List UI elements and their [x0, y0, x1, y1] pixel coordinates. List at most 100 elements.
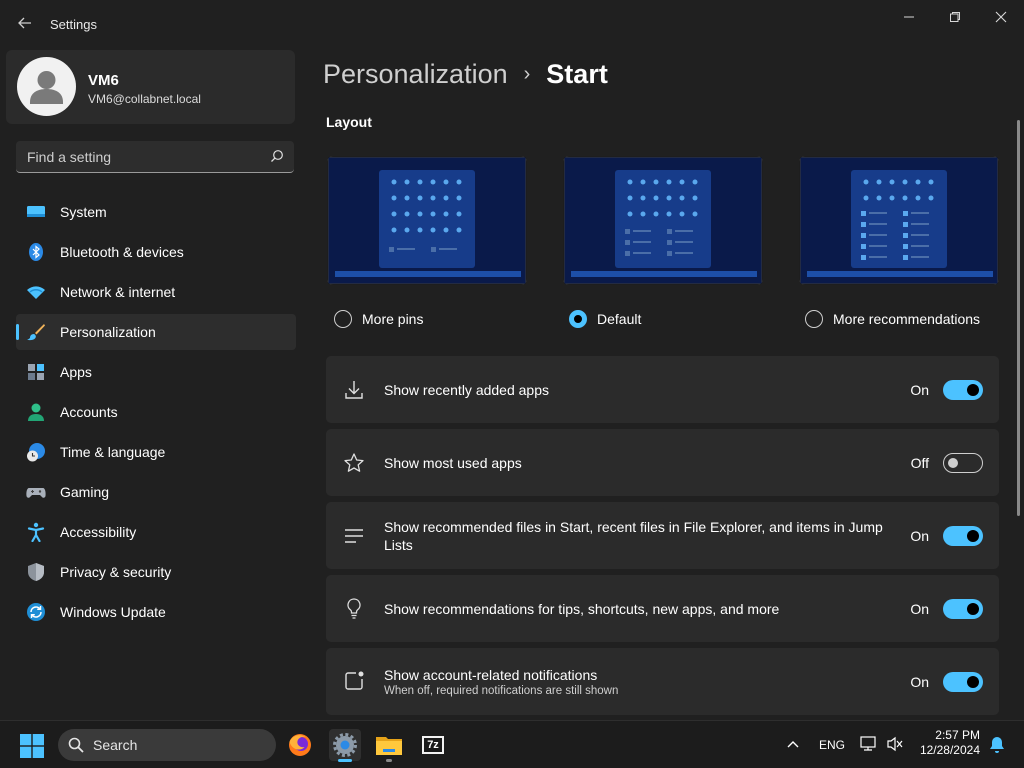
- person-avatar-icon: [30, 71, 63, 104]
- toggle-switch[interactable]: [943, 672, 983, 692]
- setting-title: Show most used apps: [384, 455, 522, 471]
- language-indicator[interactable]: ENG: [819, 738, 845, 752]
- sidebar-item-windows-update[interactable]: Windows Update: [16, 594, 296, 630]
- settings-gear-icon: [333, 733, 357, 757]
- toggle-state-label: On: [910, 382, 929, 398]
- start-layout-preview-icon: [799, 156, 999, 285]
- taskbar-app-file-explorer[interactable]: [373, 729, 405, 762]
- app-title: Settings: [50, 17, 97, 32]
- person-icon: [28, 403, 44, 421]
- layout-thumbnail-more-recommendations[interactable]: [799, 156, 999, 285]
- radio-label: More recommendations: [833, 311, 981, 327]
- layout-section-title: Layout: [326, 114, 372, 130]
- update-icon: [27, 603, 45, 621]
- wifi-icon: [27, 286, 45, 299]
- toggle-state-label: On: [910, 528, 929, 544]
- sidebar-item-label: Windows Update: [60, 604, 166, 620]
- radio-default[interactable]: Default: [569, 309, 641, 329]
- lightbulb-icon: [347, 598, 361, 619]
- taskbar-search[interactable]: Search: [58, 729, 276, 761]
- layout-thumbnail-more-pins[interactable]: [327, 156, 527, 285]
- network-display-icon[interactable]: [860, 736, 878, 752]
- star-icon: [344, 453, 364, 472]
- globe-clock-icon: [27, 443, 45, 462]
- list-icon: [345, 529, 363, 543]
- download-icon: [345, 381, 363, 399]
- search-input[interactable]: [16, 141, 269, 173]
- sidebar-item-label: Apps: [60, 364, 92, 380]
- breadcrumb: Personalization › Start: [323, 59, 608, 90]
- toggle-state-label: On: [910, 674, 929, 690]
- restore-icon: [950, 12, 960, 22]
- toggle-switch[interactable]: [943, 526, 983, 546]
- radio-more-recommendations[interactable]: More recommendations: [805, 309, 980, 329]
- sidebar-item-system[interactable]: System: [16, 194, 296, 230]
- taskbar-app-7zip[interactable]: 7z: [417, 729, 449, 761]
- brush-icon: [27, 324, 45, 341]
- minimize-icon: [904, 16, 914, 18]
- toggle-switch[interactable]: [943, 380, 983, 400]
- file-explorer-icon: [376, 737, 402, 755]
- find-setting-search[interactable]: [16, 141, 294, 173]
- active-app-indicator: [338, 759, 352, 762]
- taskbar-search-label: Search: [93, 737, 138, 753]
- close-icon: [995, 11, 1007, 23]
- taskbar-clock[interactable]: 2:57 PM 12/28/2024: [910, 728, 980, 758]
- radio-label: Default: [597, 311, 642, 327]
- chevron-up-icon[interactable]: [786, 738, 800, 750]
- minimize-button[interactable]: [889, 6, 929, 28]
- notification-bell-icon[interactable]: [989, 736, 1005, 754]
- restore-button[interactable]: [935, 6, 975, 28]
- layout-thumbnail-default[interactable]: [563, 156, 763, 285]
- setting-subtitle: When off, required notifications are sti…: [384, 685, 619, 697]
- setting-title: Show recently added apps: [384, 382, 549, 398]
- setting-show-recommended-files: Show recommended files in Start, recent …: [326, 502, 999, 569]
- sidebar-item-label: System: [60, 204, 107, 220]
- toggle-switch[interactable]: [943, 599, 983, 619]
- breadcrumb-parent[interactable]: Personalization: [323, 59, 508, 90]
- search-icon[interactable]: [270, 149, 284, 163]
- radio-button[interactable]: [805, 310, 823, 328]
- sidebar-item-time-language[interactable]: Time & language: [16, 434, 296, 470]
- sidebar-item-bluetooth[interactable]: Bluetooth & devices: [16, 234, 296, 270]
- user-profile-card[interactable]: VM6 VM6@collabnet.local: [6, 50, 295, 124]
- notification-icon: [345, 671, 364, 690]
- sidebar-item-privacy-security[interactable]: Privacy & security: [16, 554, 296, 590]
- toggle-state-label: Off: [910, 455, 929, 471]
- windows-start-icon[interactable]: [20, 734, 44, 758]
- running-app-indicator: [386, 759, 392, 762]
- clock-date: 12/28/2024: [919, 743, 980, 757]
- sidebar-item-personalization[interactable]: Personalization: [16, 314, 296, 350]
- bluetooth-icon: [29, 243, 43, 261]
- setting-title: Show recommendations for tips, shortcuts…: [384, 601, 780, 617]
- setting-show-most-used-apps: Show most used apps Off: [326, 429, 999, 496]
- sidebar-item-label: Accounts: [60, 404, 118, 420]
- taskbar-app-settings[interactable]: [329, 729, 361, 762]
- back-arrow-icon: [18, 17, 31, 29]
- sidebar-item-network[interactable]: Network & internet: [16, 274, 296, 310]
- volume-muted-icon[interactable]: [886, 736, 904, 752]
- sidebar-item-gaming[interactable]: Gaming: [16, 474, 296, 510]
- start-layout-preview-icon: [563, 156, 763, 285]
- radio-more-pins[interactable]: More pins: [334, 309, 423, 329]
- sidebar-nav: System Bluetooth & devices Network & int…: [16, 194, 296, 634]
- taskbar-app-firefox[interactable]: [284, 729, 316, 761]
- gamepad-icon: [26, 488, 46, 498]
- radio-button[interactable]: [334, 310, 352, 328]
- toggle-switch[interactable]: [943, 453, 983, 473]
- back-button[interactable]: [14, 12, 36, 34]
- setting-show-recently-added-apps: Show recently added apps On: [326, 356, 999, 423]
- radio-button[interactable]: [569, 310, 587, 328]
- sidebar-item-accessibility[interactable]: Accessibility: [16, 514, 296, 550]
- sidebar-item-accounts[interactable]: Accounts: [16, 394, 296, 430]
- start-layout-preview-icon: [327, 156, 527, 285]
- sidebar-item-label: Gaming: [60, 484, 110, 500]
- sidebar-item-apps[interactable]: Apps: [16, 354, 296, 390]
- close-button[interactable]: [981, 6, 1021, 28]
- profile-email: VM6@collabnet.local: [88, 92, 201, 106]
- sidebar-item-label: Accessibility: [60, 524, 137, 540]
- radio-label: More pins: [362, 311, 424, 327]
- accessibility-icon: [27, 522, 45, 542]
- shield-icon: [28, 563, 44, 581]
- scrollbar[interactable]: [1017, 120, 1020, 516]
